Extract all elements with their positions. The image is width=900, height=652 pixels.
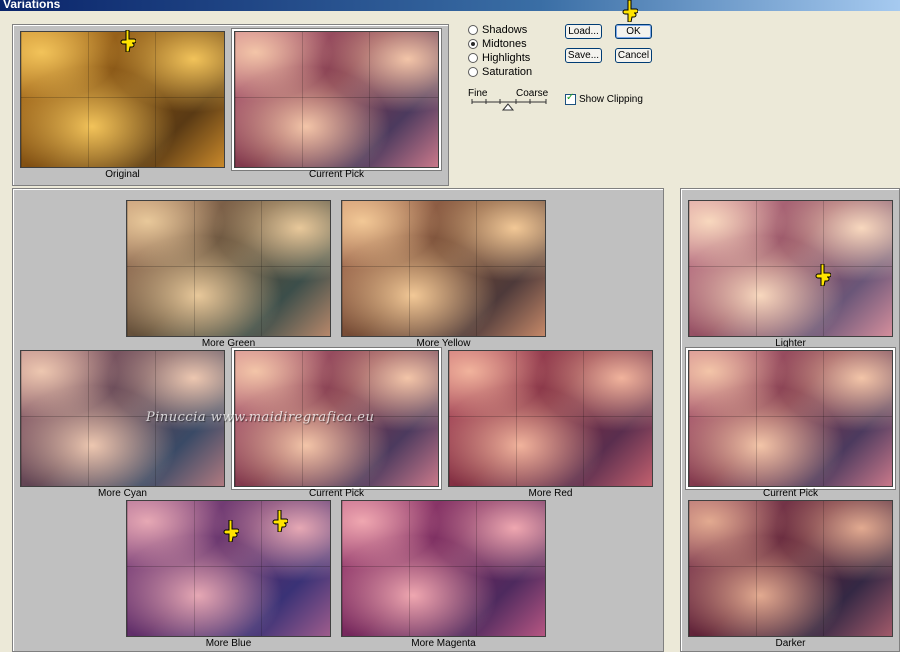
more-green-thumbnail[interactable] [126,200,331,337]
mode-radio-group: Shadows Midtones Highlights Saturation [468,23,558,79]
lighter-thumbnail[interactable] [688,200,893,337]
original-caption: Original [105,169,140,180]
top-current-pick-caption: Current Pick [308,169,364,180]
title-bar: Variations [0,0,900,11]
cancel-button[interactable]: Cancel [615,48,652,63]
right-current-pick-caption: Current Pick [762,488,818,499]
right-current-pick-thumbnail [686,348,895,489]
show-clipping-check-box[interactable] [565,92,576,105]
slider-thumb [501,103,515,111]
lighter-caption: Lighter [775,338,806,349]
more-blue-caption: More Blue [205,638,252,649]
more-green-caption: More Green [201,338,256,349]
shadows-radio-label: Shadows [482,24,528,36]
highlights-radio-label: Highlights [482,52,531,64]
more-cyan-caption: More Cyan [98,488,147,499]
saturation-radio-circle[interactable] [468,67,478,77]
highlights-radio[interactable]: Highlights [468,51,558,65]
window-title: Variations [3,0,61,11]
midtones-radio-circle[interactable] [468,39,478,49]
show-clipping-checkbox[interactable]: Show Clipping [565,92,643,106]
pointing-hand-icon [272,510,288,532]
darker-caption: Darker [775,638,806,649]
midtones-radio-label: Midtones [482,38,527,50]
midtones-radio[interactable]: Midtones [468,37,558,51]
saturation-radio-label: Saturation [482,66,533,78]
more-red-thumbnail[interactable] [448,350,653,487]
more-magenta-thumbnail[interactable] [341,500,546,637]
shadows-radio[interactable]: Shadows [468,23,558,37]
show-clipping-label: Show Clipping [579,93,643,105]
watermark: Pinuccia www.maidiregrafica.eu [146,410,375,425]
highlights-radio-circle[interactable] [468,53,478,63]
saturation-radio[interactable]: Saturation [468,65,558,79]
load-button[interactable]: Load... [565,24,602,39]
pointing-hand-icon [622,0,638,22]
ok-button[interactable]: OK [615,24,652,39]
shadows-radio-circle[interactable] [468,25,478,35]
pointing-hand-icon [120,30,136,52]
more-yellow-caption: More Yellow [416,338,471,349]
more-magenta-caption: More Magenta [411,638,476,649]
center-current-pick-caption: Current Pick [308,488,364,499]
more-yellow-thumbnail[interactable] [341,200,546,337]
top-current-pick-thumbnail [232,29,441,170]
darker-thumbnail[interactable] [688,500,893,637]
save-button[interactable]: Save... [565,48,602,63]
pointing-hand-icon [223,520,239,542]
pointing-hand-icon [815,264,831,286]
fine-coarse-slider[interactable] [470,98,548,112]
more-red-caption: More Red [528,488,573,499]
